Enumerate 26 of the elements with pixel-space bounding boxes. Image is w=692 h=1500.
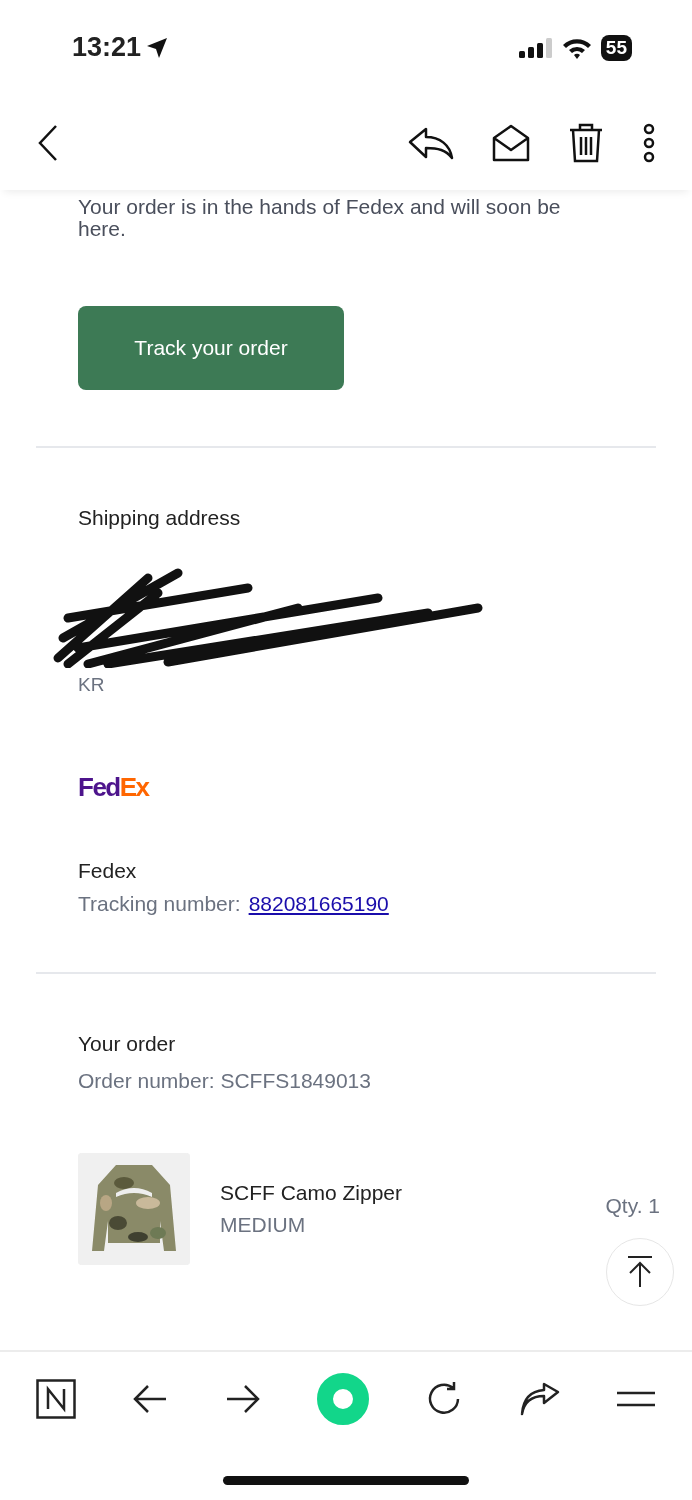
section-heading: Shipping address xyxy=(78,505,242,531)
clock-time: 13:21 xyxy=(72,31,142,65)
arrow-up-icon xyxy=(626,1255,654,1289)
product-variant: MEDIUM xyxy=(220,1211,307,1238)
delete-button[interactable] xyxy=(568,122,604,163)
share-button[interactable] xyxy=(519,1381,560,1416)
signal-icon xyxy=(518,37,553,58)
intro-text: Your order is in the hands of Fedex and will soon be here. xyxy=(78,196,562,240)
envelope-button[interactable] xyxy=(492,123,530,162)
more-button[interactable] xyxy=(642,122,656,163)
home-button[interactable] xyxy=(36,1378,76,1419)
quantity: Qty. 1 xyxy=(605,1192,660,1219)
order-number: Order number: SCFFS1849013 xyxy=(78,1068,372,1094)
address-line: KR xyxy=(78,673,106,696)
reply-button[interactable] xyxy=(408,125,454,160)
forward-arrow-button[interactable] xyxy=(224,1383,261,1414)
carrier-name: Fedex xyxy=(78,857,138,884)
carrier-logo: FedEx xyxy=(78,770,151,804)
tracking-label: Tracking number: xyxy=(78,891,241,917)
track-order-button[interactable]: Track your order xyxy=(78,306,344,390)
location-icon xyxy=(145,35,170,60)
section-heading: Your order xyxy=(78,1030,177,1057)
back-arrow-button[interactable] xyxy=(132,1383,169,1414)
tracking-number-link[interactable]: 882081665190 xyxy=(248,888,389,920)
battery-level: 55 xyxy=(600,34,632,61)
product-name: SCFF Camo Zipper xyxy=(220,1180,404,1206)
